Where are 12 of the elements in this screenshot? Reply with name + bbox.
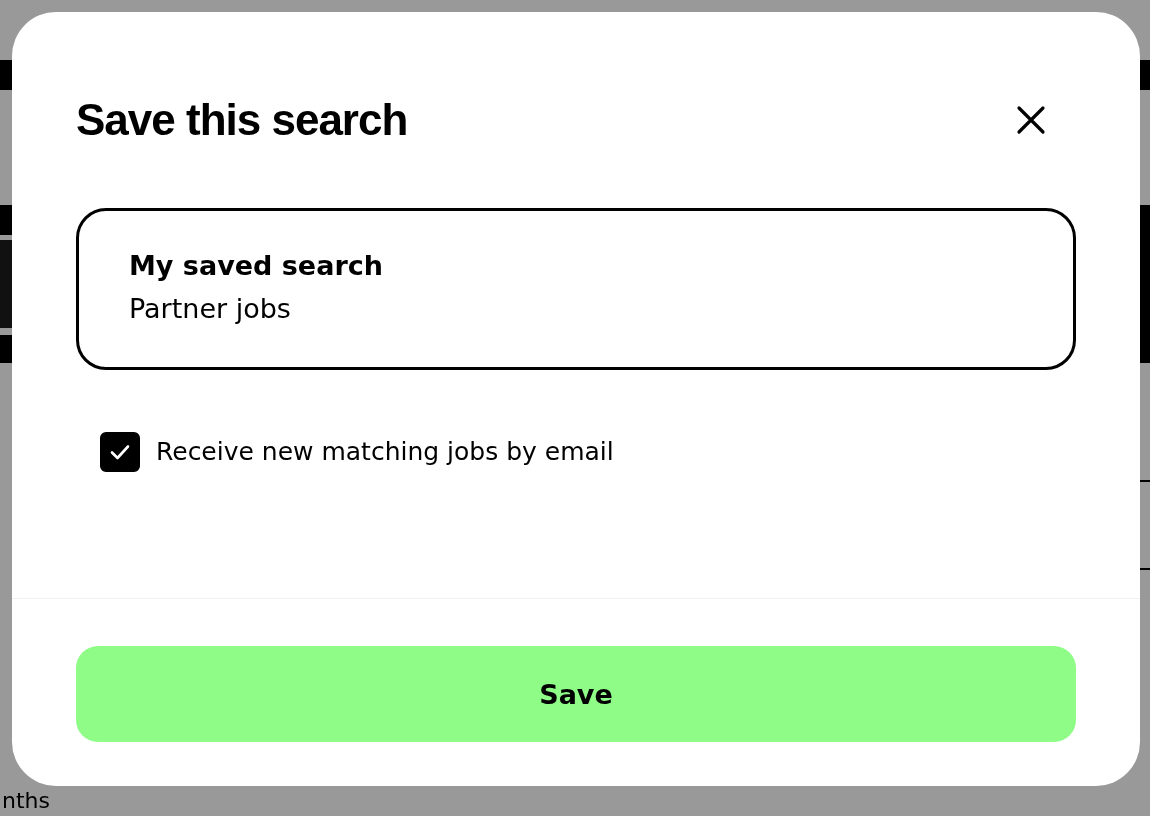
backdrop-bar xyxy=(1140,60,1150,90)
save-button[interactable]: Save xyxy=(76,646,1076,742)
search-name-field[interactable]: My saved search Partner jobs xyxy=(76,208,1076,370)
search-name-input[interactable]: Partner jobs xyxy=(129,291,1023,327)
email-option-label: Receive new matching jobs by email xyxy=(156,436,614,468)
duration-text: nths xyxy=(2,788,50,814)
close-icon[interactable] xyxy=(1016,105,1046,135)
email-checkbox[interactable] xyxy=(100,432,140,472)
backdrop-bar xyxy=(0,335,12,363)
backdrop-bar xyxy=(0,205,12,235)
backdrop-bar xyxy=(0,60,12,90)
dialog-title: Save this search xyxy=(76,94,408,146)
